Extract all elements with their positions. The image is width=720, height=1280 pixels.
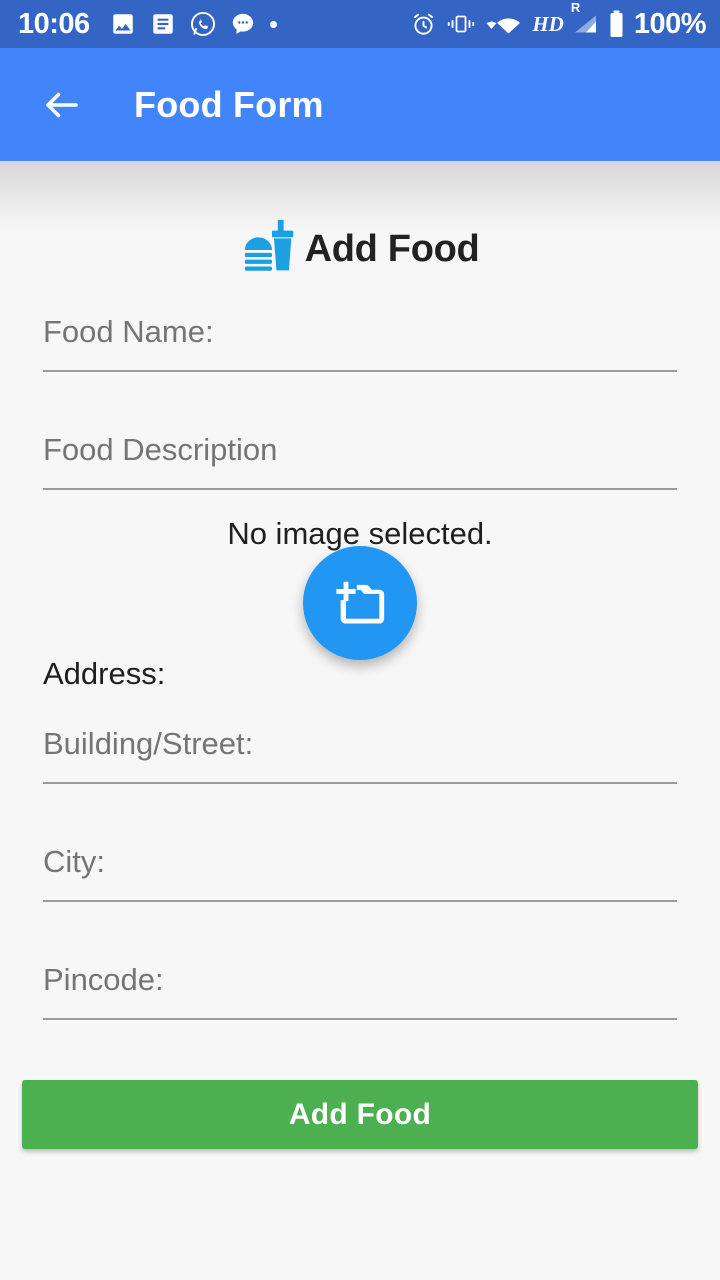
dot-icon <box>269 20 277 28</box>
alarm-icon <box>410 11 437 38</box>
add-photo-button[interactable] <box>303 546 417 660</box>
hd-icon: HD <box>532 11 564 36</box>
food-description-input[interactable]: Food Description <box>43 432 677 490</box>
chat-bubble-icon <box>230 11 256 37</box>
pincode-placeholder: Pincode: <box>43 962 164 997</box>
add-food-button[interactable]: Add Food <box>22 1080 698 1149</box>
roaming-label: R <box>570 0 581 15</box>
food-name-input[interactable]: Food Name: <box>43 314 677 372</box>
food-name-placeholder: Food Name: <box>43 314 214 349</box>
photo-icon <box>110 11 136 37</box>
status-notification-icons <box>110 11 277 37</box>
status-bar: 10:06 HD R 100% <box>0 0 720 48</box>
app-screen: 10:06 HD R 100% Food Form Add Food Food … <box>0 0 720 1280</box>
vibrate-icon <box>446 11 476 37</box>
burger-drink-logo-icon <box>244 219 293 271</box>
status-system-icons: HD R 100% <box>410 1 707 40</box>
article-icon <box>150 11 176 37</box>
building-street-input[interactable]: Building/Street: <box>43 726 677 784</box>
add-a-photo-icon <box>336 581 385 624</box>
battery-percent-label: 100% <box>633 7 707 40</box>
form-content: Add Food Food Name: Food Description No … <box>0 161 720 1280</box>
back-button[interactable] <box>34 77 90 133</box>
page-title: Food Form <box>134 83 324 125</box>
wifi-icon <box>485 11 523 37</box>
pincode-input[interactable]: Pincode: <box>43 962 677 1020</box>
whatsapp-icon <box>190 11 216 37</box>
brand-title: Add Food <box>304 227 480 270</box>
brand-header: Add Food <box>0 218 720 280</box>
battery-icon <box>608 10 625 38</box>
app-bar: Food Form <box>0 48 720 161</box>
back-arrow-icon <box>46 92 78 117</box>
city-input[interactable]: City: <box>43 844 677 902</box>
city-placeholder: City: <box>43 844 105 879</box>
signal-icon: R <box>571 1 599 36</box>
address-section-label: Address: <box>43 656 166 691</box>
food-description-placeholder: Food Description <box>43 432 278 467</box>
building-street-placeholder: Building/Street: <box>43 726 254 761</box>
status-clock: 10:06 <box>18 7 90 40</box>
